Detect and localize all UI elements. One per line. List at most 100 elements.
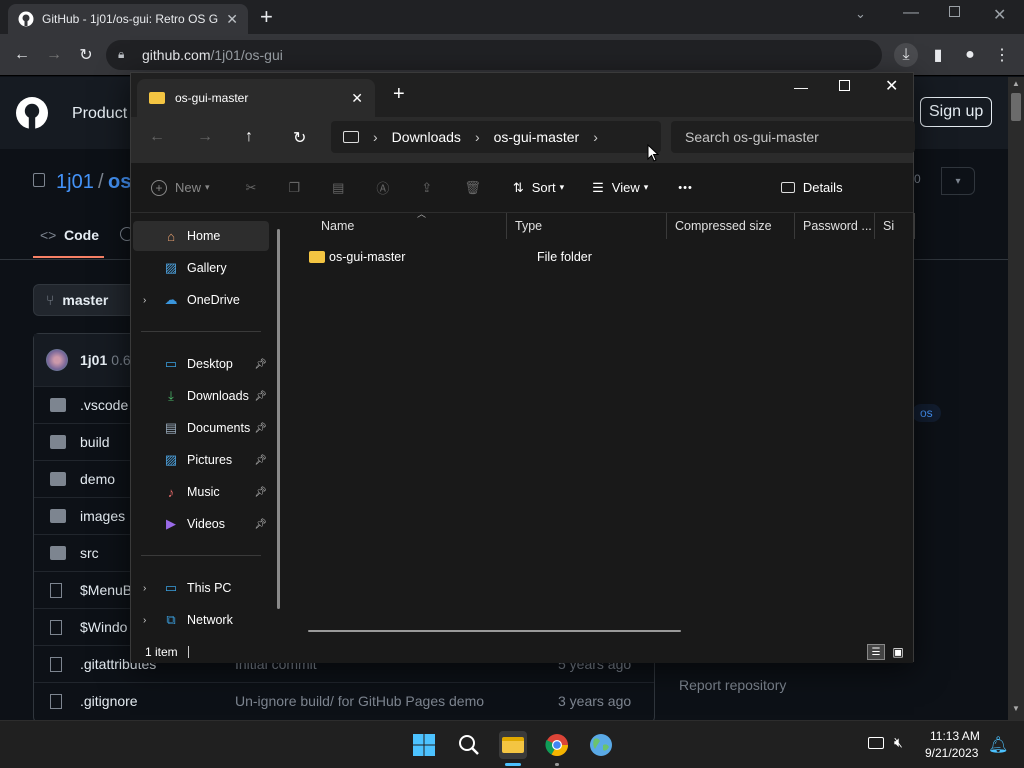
explorer-tab[interactable]: os-gui-master ✕: [137, 79, 375, 117]
details-pane-icon[interactable]: [780, 182, 795, 193]
nav-item-onedrive[interactable]: › ☁ OneDrive: [133, 285, 269, 315]
back-icon[interactable]: ←: [10, 43, 34, 67]
column-header[interactable]: Si: [875, 213, 915, 239]
start-windows-icon[interactable]: [410, 731, 438, 759]
view-icon[interactable]: ☰: [592, 180, 604, 196]
breadcrumb[interactable]: › Downloads › os-gui-master ›: [331, 121, 661, 153]
repo-name-link[interactable]: os: [108, 171, 131, 194]
scrollbar-down-icon[interactable]: ▼: [1012, 704, 1020, 713]
restore-browser-icon[interactable]: [949, 6, 960, 17]
cut-icon[interactable]: ✂: [246, 180, 257, 196]
scrollbar-thumb[interactable]: [1011, 93, 1021, 121]
explorer-up-icon[interactable]: ↑: [245, 128, 253, 146]
expand-chevron-icon[interactable]: ›: [143, 615, 146, 626]
explorer-search-input[interactable]: Search os-gui-master: [671, 121, 915, 153]
notification-bell-icon[interactable]: 🔔︎: [988, 735, 1008, 755]
nav-item-gallery[interactable]: ▨ Gallery: [133, 253, 269, 283]
nav-item-this-pc[interactable]: › ▭ This PC: [133, 573, 269, 603]
github-logo-icon[interactable]: [16, 97, 48, 129]
details-view-icon[interactable]: ☰: [867, 644, 885, 660]
sort-icon[interactable]: ⇅: [513, 180, 524, 196]
tab-search-icon[interactable]: ⌄: [855, 6, 866, 22]
branch-selector[interactable]: ⑂ master: [33, 284, 143, 316]
explorer-forward-icon[interactable]: →: [197, 128, 213, 146]
column-header[interactable]: Type: [507, 213, 667, 239]
minimize-browser-icon[interactable]: —: [903, 4, 919, 22]
avatar[interactable]: [46, 349, 68, 371]
breadcrumb-os-gui-master[interactable]: os-gui-master: [494, 129, 580, 145]
explorer-new-tab-button[interactable]: +: [393, 83, 405, 106]
close-explorer-tab-icon[interactable]: ✕: [351, 90, 363, 107]
chrome-taskbar-icon[interactable]: [543, 731, 571, 759]
expand-chevron-icon[interactable]: ›: [143, 295, 146, 306]
new-button[interactable]: New: [175, 180, 201, 195]
nav-item-music[interactable]: ♪ Music 📌︎: [133, 477, 269, 507]
breadcrumb-separator-icon[interactable]: ›: [593, 129, 598, 145]
nav-item-documents[interactable]: ▤ Documents 📌︎: [133, 413, 269, 443]
nav-item-videos[interactable]: ▶ Videos 📌︎: [133, 509, 269, 539]
column-header[interactable]: Password ...: [795, 213, 875, 239]
app-globe-taskbar-icon[interactable]: [587, 731, 615, 759]
details-button[interactable]: Details: [803, 180, 843, 195]
view-button[interactable]: View: [612, 180, 640, 195]
nav-item-network[interactable]: › ⧉ Network: [133, 605, 269, 635]
close-tab-icon[interactable]: ✕: [226, 11, 238, 28]
explorer-refresh-icon[interactable]: ↻: [293, 128, 306, 148]
forward-icon[interactable]: →: [42, 43, 66, 67]
scrollbar-up-icon[interactable]: ▲: [1012, 79, 1020, 88]
column-header[interactable]: Compressed size: [667, 213, 795, 239]
menu-icon[interactable]: ⋮: [990, 43, 1014, 67]
search-icon[interactable]: [455, 731, 483, 759]
tiles-view-icon[interactable]: ▣: [889, 644, 907, 660]
column-header[interactable]: Name: [293, 213, 507, 239]
product-menu[interactable]: Product: [72, 105, 127, 123]
signup-button[interactable]: Sign up: [920, 97, 993, 127]
nav-item-downloads[interactable]: ⤓ Downloads 📌︎: [133, 381, 269, 411]
this-pc-icon[interactable]: [343, 131, 359, 143]
browser-tab[interactable]: GitHub - 1j01/os-gui: Retro OS G ✕: [8, 4, 248, 34]
clock-date[interactable]: 9/21/2023: [925, 746, 978, 760]
downloads-icon[interactable]: ⤓: [894, 43, 918, 67]
share-icon[interactable]: ⇪: [421, 180, 432, 196]
see-more-button[interactable]: •••: [678, 182, 693, 194]
report-repository-link[interactable]: Report repository: [679, 677, 786, 693]
reload-icon[interactable]: ↻: [74, 43, 98, 67]
copy-icon[interactable]: ❐: [288, 180, 300, 196]
address-bar[interactable]: 🔒︎ github.com/1j01/os-gui: [106, 40, 882, 70]
side-panel-icon[interactable]: ▮: [926, 43, 950, 67]
star-dropdown-button[interactable]: ▾: [941, 167, 975, 195]
maximize-explorer-icon[interactable]: [839, 80, 850, 91]
file-row[interactable]: .gitignore Un-ignore build/ for GitHub Pa…: [34, 682, 654, 719]
horizontal-scrollbar[interactable]: [308, 630, 681, 632]
delete-icon[interactable]: 🗑︎: [464, 180, 481, 196]
breadcrumb-downloads[interactable]: Downloads: [392, 129, 461, 145]
star-count-badge[interactable]: 0: [914, 172, 921, 186]
repo-owner-link[interactable]: 1j01: [56, 171, 94, 194]
file-name[interactable]: .gitignore: [80, 693, 235, 709]
new-icon[interactable]: +: [151, 179, 167, 196]
close-explorer-icon[interactable]: ✕: [885, 76, 898, 96]
clock-time[interactable]: 11:13 AM: [930, 729, 980, 743]
site-info-icon[interactable]: 🔒︎: [118, 47, 124, 62]
page-scrollbar[interactable]: ▲ ▼: [1008, 77, 1024, 720]
minimize-explorer-icon[interactable]: —: [794, 79, 808, 95]
nav-item-home[interactable]: ⌂ Home: [133, 221, 269, 251]
file-row[interactable]: os-gui-master File folder: [289, 245, 909, 269]
volume-muted-icon[interactable]: 🔇︎: [894, 734, 903, 751]
topic-tag[interactable]: os: [912, 404, 941, 422]
nav-pane-scrollbar[interactable]: [277, 229, 280, 609]
commit-message[interactable]: Un-ignore build/ for GitHub Pages demo: [235, 693, 558, 709]
new-tab-button[interactable]: +: [260, 4, 273, 30]
commit-author[interactable]: 1j01: [80, 352, 107, 368]
rename-icon[interactable]: Ⓐ: [376, 178, 389, 197]
display-tray-icon[interactable]: [868, 737, 884, 749]
nav-item-desktop[interactable]: ▭ Desktop 📌︎: [133, 349, 269, 379]
close-browser-icon[interactable]: ✕: [993, 5, 1006, 25]
nav-item-pictures[interactable]: ▨ Pictures 📌︎: [133, 445, 269, 475]
explorer-back-icon[interactable]: ←: [149, 128, 165, 146]
profile-icon[interactable]: ●: [958, 43, 982, 67]
paste-icon[interactable]: ▤: [332, 180, 344, 196]
breadcrumb-separator-icon[interactable]: ›: [373, 129, 378, 145]
expand-chevron-icon[interactable]: ›: [143, 583, 146, 594]
sort-button[interactable]: Sort: [532, 180, 556, 195]
